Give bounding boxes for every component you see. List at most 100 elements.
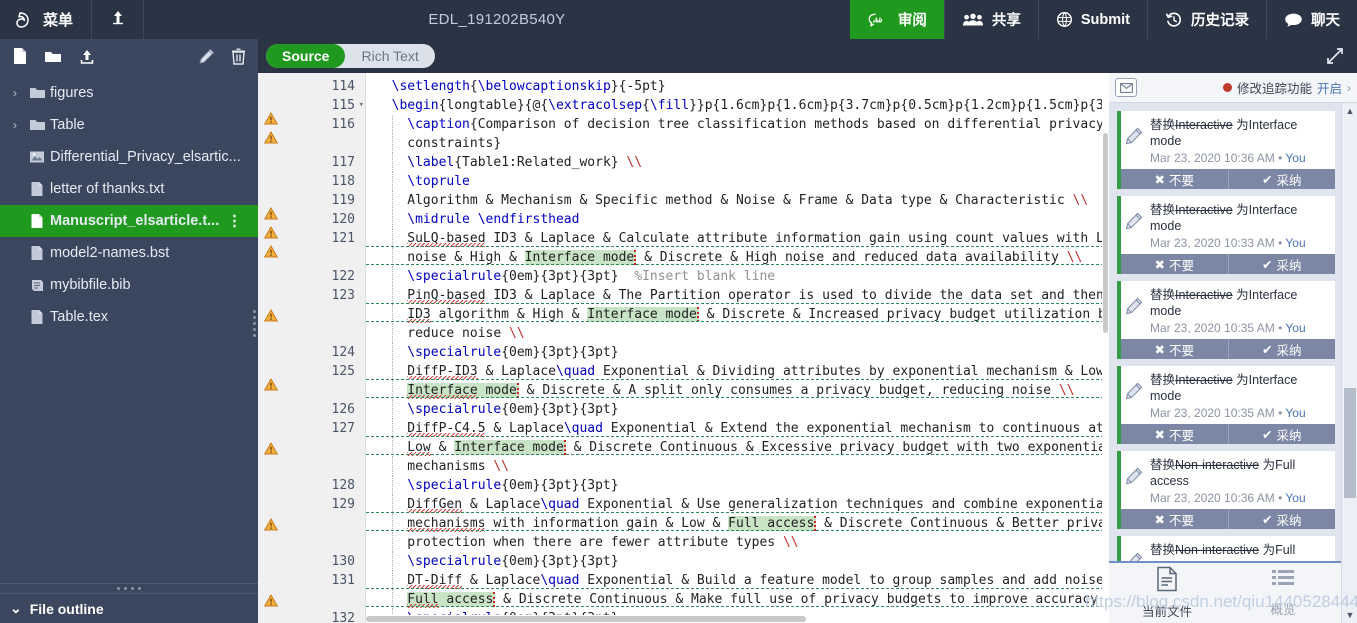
review-button[interactable]: Ab 审阅 [849, 0, 944, 39]
code-line[interactable]: PinQ-based ID3 & Laplace & The Partition… [407, 286, 1109, 305]
code-line[interactable]: \specialrule{0em}{3pt}{3pt} [407, 476, 618, 495]
review-change-card[interactable]: 替换Interactive 为Interface mode Mar 23, 202… [1117, 281, 1335, 359]
code-line[interactable]: \toprule [407, 172, 470, 191]
code-line[interactable]: \specialrule{0em}{3pt}{3pt} [407, 552, 618, 571]
code-line[interactable]: \specialrule{0em}{3pt}{3pt} [407, 343, 618, 362]
file-tree-row-table-folder[interactable]: › Table [0, 109, 258, 141]
sidebar-resize-handle[interactable] [250, 295, 258, 351]
reject-x-icon: ✖ [1154, 257, 1165, 272]
file-tree-row-letter-of-thanks[interactable]: letter of thanks.txt [0, 173, 258, 205]
tab-overview[interactable]: 概览 [1225, 563, 1341, 623]
menu-button[interactable]: 菜单 [0, 0, 93, 39]
code-line[interactable]: noise & High & Interface mode & Discrete… [407, 248, 1082, 267]
file-tree-row-differential-privacy-image[interactable]: Differential_Privacy_elsartic... [0, 141, 258, 173]
editor-code-area[interactable]: \setlength{\belowcaptionskip}{-5pt} \begi… [366, 73, 1109, 623]
code-line[interactable]: protection when there are fewer attribut… [407, 533, 798, 552]
code-line[interactable]: \specialrule{0em}{3pt}{3pt} %Insert blan… [407, 267, 775, 286]
reject-change-button[interactable]: ✖不要 [1121, 254, 1229, 274]
file-tree-row-figures[interactable]: › figures [0, 77, 258, 109]
code-line[interactable]: Interface mode & Discrete & A split only… [407, 381, 1075, 400]
delete-trash-icon[interactable] [231, 48, 246, 65]
scroll-up-arrow-icon[interactable]: ▲ [1342, 103, 1357, 119]
fold-chevron-icon[interactable]: ▾ [359, 100, 364, 110]
history-button[interactable]: 历史记录 [1147, 0, 1266, 39]
file-tree-row-table-tex[interactable]: Table.tex [0, 301, 258, 333]
code-line[interactable]: mechanisms with information gain & Low &… [407, 514, 1109, 533]
accept-change-button[interactable]: ✔采纳 [1229, 424, 1336, 444]
review-change-card[interactable]: 替换Non-interactive 为Full access Mar 23, 20… [1117, 451, 1335, 529]
outline-resize-handle[interactable] [0, 583, 258, 593]
share-button[interactable]: 共享 [943, 0, 1038, 39]
file-tree-row-model2-names[interactable]: model2-names.bst [0, 237, 258, 269]
rename-pencil-icon[interactable] [198, 48, 215, 65]
code-line[interactable]: Low & Interface mode & Discrete Continuo… [407, 438, 1109, 457]
warning-icon[interactable] [263, 307, 279, 326]
new-folder-icon[interactable] [44, 49, 62, 64]
code-line[interactable]: constraints} [407, 134, 501, 153]
tab-rich-text[interactable]: Rich Text [345, 44, 434, 68]
expand-diagonal-icon[interactable] [1325, 46, 1345, 71]
code-line[interactable]: \midrule \endfirsthead [407, 210, 579, 229]
inbox-icon[interactable] [1115, 78, 1137, 97]
new-file-icon[interactable] [12, 47, 28, 65]
code-line[interactable]: \specialrule{0em}{3pt}{3pt} [407, 400, 618, 419]
review-comment-list[interactable]: 替换Interactive 为Interface mode Mar 23, 202… [1109, 103, 1357, 623]
accept-change-button[interactable]: ✔采纳 [1229, 169, 1336, 189]
editor-vertical-scrollbar[interactable] [1102, 73, 1109, 623]
code-line[interactable]: ID3 algorithm & High & Interface mode & … [407, 305, 1109, 324]
chevron-right-icon[interactable]: › [1347, 81, 1351, 95]
warning-icon[interactable] [263, 110, 279, 129]
code-line[interactable]: DiffGen & Laplace\quad Exponential & Use… [407, 495, 1109, 514]
warning-icon[interactable] [263, 376, 279, 395]
tab-current-file[interactable]: 当前文件 [1109, 563, 1225, 623]
code-line[interactable]: mechanisms \\ [407, 457, 509, 476]
code-line[interactable]: \caption{Comparison of decision tree cla… [407, 115, 1104, 134]
reject-change-button[interactable]: ✖不要 [1121, 424, 1229, 444]
scroll-down-arrow-icon[interactable]: ▼ [1342, 607, 1357, 623]
code-line[interactable]: DiffP-C4.5 & Laplace\quad Exponential & … [407, 419, 1109, 438]
warning-icon[interactable] [263, 516, 279, 535]
warning-icon[interactable] [263, 129, 279, 148]
warning-icon[interactable] [263, 440, 279, 459]
reject-change-button[interactable]: ✖不要 [1121, 509, 1229, 529]
track-changes-toggle[interactable]: 修改追踪功能 开启 › [1222, 78, 1351, 97]
code-line[interactable]: \setlength{\belowcaptionskip}{-5pt} [392, 77, 666, 96]
line-number: 116 [331, 117, 355, 132]
chat-button[interactable]: 聊天 [1266, 0, 1357, 39]
code-line[interactable]: \label{Table1:Related_work} \\ [407, 153, 642, 172]
warning-icon[interactable] [263, 224, 279, 243]
upload-project-button[interactable] [92, 0, 145, 39]
chevron-right-icon[interactable]: › [6, 86, 24, 100]
tab-source[interactable]: Source [266, 44, 346, 68]
reject-change-button[interactable]: ✖不要 [1121, 339, 1229, 359]
accept-change-button[interactable]: ✔采纳 [1229, 509, 1336, 529]
file-outline-toggle[interactable]: ⌄ File outline [0, 593, 258, 623]
accept-change-button[interactable]: ✔采纳 [1229, 254, 1336, 274]
code-line[interactable]: DT-Diff & Laplace\quad Exponential & Bui… [407, 571, 1109, 590]
review-panel-scrollbar[interactable]: ▲ ▼ [1341, 103, 1357, 623]
code-line[interactable]: DiffP-ID3 & Laplace\quad Exponential & D… [407, 362, 1109, 381]
review-change-card[interactable]: 替换Interactive 为Interface mode Mar 23, 202… [1117, 366, 1335, 444]
submit-button[interactable]: Submit [1037, 0, 1147, 39]
file-tree-row-manuscript[interactable]: Manuscript_elsarticle.t... ⋮ [0, 205, 258, 237]
folder-icon [24, 86, 50, 100]
editor-horizontal-scrollbar[interactable] [366, 615, 1102, 623]
code-line[interactable]: Full access & Discrete Continuous & Make… [407, 590, 1109, 609]
chevron-right-icon[interactable]: › [6, 118, 24, 132]
file-menu-kebab-icon[interactable]: ⋮ [227, 214, 242, 229]
upload-icon[interactable] [78, 48, 96, 65]
code-line[interactable]: reduce noise \\ [407, 324, 524, 343]
scrollbar-thumb[interactable] [1344, 388, 1356, 498]
code-line[interactable]: SuLQ-based ID3 & Laplace & Calculate att… [407, 229, 1109, 248]
file-tree-row-mybibfile[interactable]: mybibfile.bib [0, 269, 258, 301]
warning-icon[interactable] [263, 243, 279, 262]
accept-change-button[interactable]: ✔采纳 [1229, 339, 1336, 359]
warning-icon[interactable] [263, 205, 279, 224]
code-line[interactable]: \begin{longtable}{@{\extracolsep{\fill}}… [392, 96, 1109, 115]
code-editor[interactable]: 114 115 ▾ 116 117 118 119 120 121 122 123 124 125 126… [258, 73, 1109, 623]
warning-icon[interactable] [263, 592, 279, 611]
review-change-card[interactable]: 替换Interactive 为Interface mode Mar 23, 202… [1117, 111, 1335, 189]
code-line[interactable]: Algorithm & Mechanism & Specific method … [407, 191, 1088, 210]
review-change-card[interactable]: 替换Interactive 为Interface mode Mar 23, 202… [1117, 196, 1335, 274]
reject-change-button[interactable]: ✖不要 [1121, 169, 1229, 189]
